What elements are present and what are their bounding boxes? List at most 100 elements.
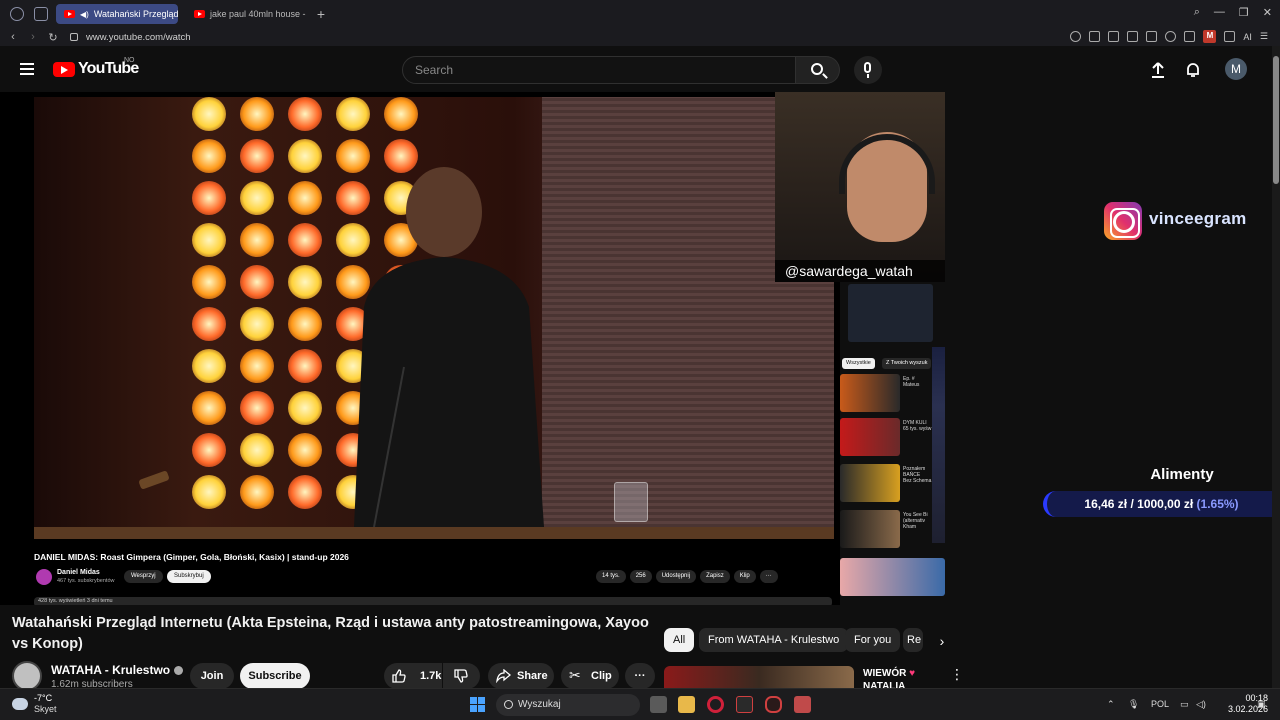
task-view-icon[interactable] bbox=[650, 696, 667, 713]
youtube-logo-icon[interactable] bbox=[53, 62, 75, 77]
cloud-icon bbox=[12, 698, 28, 710]
ai-button[interactable]: AI bbox=[1243, 32, 1252, 42]
tab-label: Watahański Przegląd I bbox=[93, 9, 178, 19]
chevron-right-icon[interactable]: › bbox=[930, 630, 954, 652]
notification-icon[interactable]: ▣ bbox=[1257, 699, 1266, 710]
inner-like: 14 tys. bbox=[596, 570, 626, 583]
inner-rec-thumb bbox=[840, 374, 900, 412]
language-indicator[interactable]: POL bbox=[1151, 699, 1169, 709]
inner-rec-thumb bbox=[840, 510, 900, 548]
scrollbar-thumb[interactable] bbox=[1273, 56, 1279, 184]
subscribe-button[interactable]: Subscribe bbox=[240, 663, 310, 689]
microphone-tray-icon[interactable]: 🎙 bbox=[1128, 699, 1139, 710]
profile-extension-icon[interactable]: M bbox=[1203, 30, 1217, 43]
channel-avatar[interactable] bbox=[12, 661, 42, 691]
upload-icon[interactable] bbox=[1151, 62, 1165, 78]
chip-related[interactable]: Re bbox=[903, 628, 923, 652]
inner-premium-tooltip bbox=[848, 284, 933, 342]
goal-percent: (1.65%) bbox=[1196, 497, 1239, 511]
inner-clip: Klip bbox=[733, 570, 756, 583]
bookmark-icon[interactable] bbox=[1089, 31, 1101, 42]
search-tabs-icon[interactable]: ⌕ bbox=[1194, 6, 1200, 19]
inner-rec-thumb bbox=[840, 558, 945, 596]
inner-action-row: 14 tys. 256 Udostępnij Zapisz Klip ··· bbox=[596, 570, 778, 583]
maximize-icon[interactable]: ❐ bbox=[1239, 6, 1249, 19]
obs-app-icon[interactable] bbox=[794, 696, 811, 713]
voice-search-button[interactable] bbox=[854, 56, 882, 84]
chip-for-you[interactable]: For you bbox=[845, 628, 901, 652]
tab-manager-icon[interactable] bbox=[34, 7, 48, 21]
new-tab-icon[interactable]: + bbox=[314, 7, 328, 21]
stage-light-bulb bbox=[336, 97, 370, 131]
recommended-video-thumbnail[interactable] bbox=[664, 666, 854, 688]
url-field[interactable]: www.youtube.com/watch bbox=[86, 32, 191, 43]
hamburger-menu-icon[interactable] bbox=[20, 63, 34, 75]
search-button[interactable] bbox=[796, 56, 840, 84]
weather-description[interactable]: Skyet bbox=[34, 704, 57, 714]
stage-light-bulb bbox=[192, 349, 226, 383]
chip-all[interactable]: All bbox=[664, 628, 695, 652]
join-button[interactable]: Join bbox=[190, 663, 234, 689]
start-button-icon[interactable] bbox=[470, 697, 485, 712]
video-player[interactable]: DANIEL MIDAS: Roast Gimpera (Gimper, Gol… bbox=[0, 92, 945, 605]
browser-menu-icon[interactable] bbox=[10, 7, 24, 21]
weather-temperature[interactable]: -7°C bbox=[34, 693, 52, 703]
forward-icon[interactable]: › bbox=[26, 31, 40, 43]
opera-browser-icon[interactable] bbox=[707, 696, 724, 713]
instagram-handle: vinceegram bbox=[1149, 209, 1247, 228]
video-frame-stage bbox=[34, 97, 834, 539]
chip-from-channel[interactable]: From WATAHA - Krulestwo bbox=[699, 628, 849, 652]
inner-chip-all: Wszystkie bbox=[842, 358, 875, 369]
inner-save: Zapisz bbox=[700, 570, 730, 583]
shield-icon[interactable] bbox=[1127, 31, 1139, 42]
stage-desk bbox=[34, 527, 834, 539]
tab-inactive[interactable]: jake paul 40mln house - Y bbox=[186, 4, 308, 24]
heart-icon: ♥ bbox=[909, 668, 916, 679]
more-actions-button[interactable]: ··· bbox=[625, 663, 655, 689]
streamer-webcam bbox=[932, 347, 945, 543]
goal-target: 1000,00 zł bbox=[1137, 497, 1194, 511]
file-explorer-icon[interactable] bbox=[678, 696, 695, 713]
back-icon[interactable]: ‹ bbox=[6, 31, 20, 43]
tab-label: jake paul 40mln house - Y bbox=[210, 9, 308, 19]
snapshot-icon[interactable] bbox=[1108, 31, 1120, 42]
menu-icon[interactable]: ☰ bbox=[1260, 31, 1268, 42]
extensions-icon[interactable] bbox=[1184, 31, 1196, 42]
stage-light-bulb bbox=[240, 475, 274, 509]
notifications-bell-icon[interactable] bbox=[1186, 62, 1200, 78]
download-icon[interactable] bbox=[1224, 31, 1236, 42]
taskbar-search[interactable]: Wyszukaj bbox=[496, 694, 640, 716]
inner-subscriber-count: 467 tys. subskrybentów bbox=[57, 578, 115, 584]
heart-icon[interactable] bbox=[1165, 31, 1177, 42]
inner-rec-thumb bbox=[840, 464, 900, 502]
stage-light-bulb bbox=[240, 433, 274, 467]
stage-light-bulb bbox=[240, 265, 274, 299]
extension-bar: M AI ☰ bbox=[1070, 30, 1268, 43]
stage-light-bulb bbox=[192, 307, 226, 341]
stage-light-bulb bbox=[192, 391, 226, 425]
play-icon[interactable] bbox=[1146, 31, 1158, 42]
zoom-icon[interactable] bbox=[1070, 31, 1082, 42]
app-icon[interactable] bbox=[736, 696, 753, 713]
stage-light-bulb bbox=[192, 139, 226, 173]
minimize-icon[interactable]: — bbox=[1214, 6, 1225, 19]
stage-light-bulb bbox=[192, 475, 226, 509]
shield-app-icon[interactable] bbox=[765, 696, 782, 713]
tab-active[interactable]: ◀) Watahański Przegląd I bbox=[56, 4, 178, 24]
goal-separator: / bbox=[1127, 497, 1138, 511]
close-icon[interactable]: ✕ bbox=[1263, 6, 1272, 19]
tray-overflow-icon[interactable]: ⌃ bbox=[1107, 699, 1115, 710]
network-icon[interactable]: ▭ bbox=[1180, 699, 1189, 710]
recommended-more-icon[interactable]: ⋮ bbox=[950, 666, 964, 683]
volume-icon[interactable]: ◁) bbox=[1196, 699, 1206, 710]
search-input[interactable]: Search bbox=[402, 56, 796, 84]
account-avatar[interactable]: M bbox=[1225, 58, 1247, 80]
inner-support-button: Wesprzyj bbox=[124, 570, 163, 583]
stage-light-bulb bbox=[240, 349, 274, 383]
channel-name[interactable]: WATAHA - Krulestwo bbox=[51, 663, 184, 677]
inner-sidebar: Wszystkie Z Twoich wyszuk Ep. # Mateus DY… bbox=[840, 282, 945, 605]
host-handle-label: @sawardega_watah bbox=[775, 260, 945, 282]
thumbs-up-icon bbox=[392, 669, 406, 683]
reload-icon[interactable]: ↻ bbox=[46, 31, 60, 44]
stream-overlay-panel: vinceegram bbox=[973, 92, 1272, 605]
